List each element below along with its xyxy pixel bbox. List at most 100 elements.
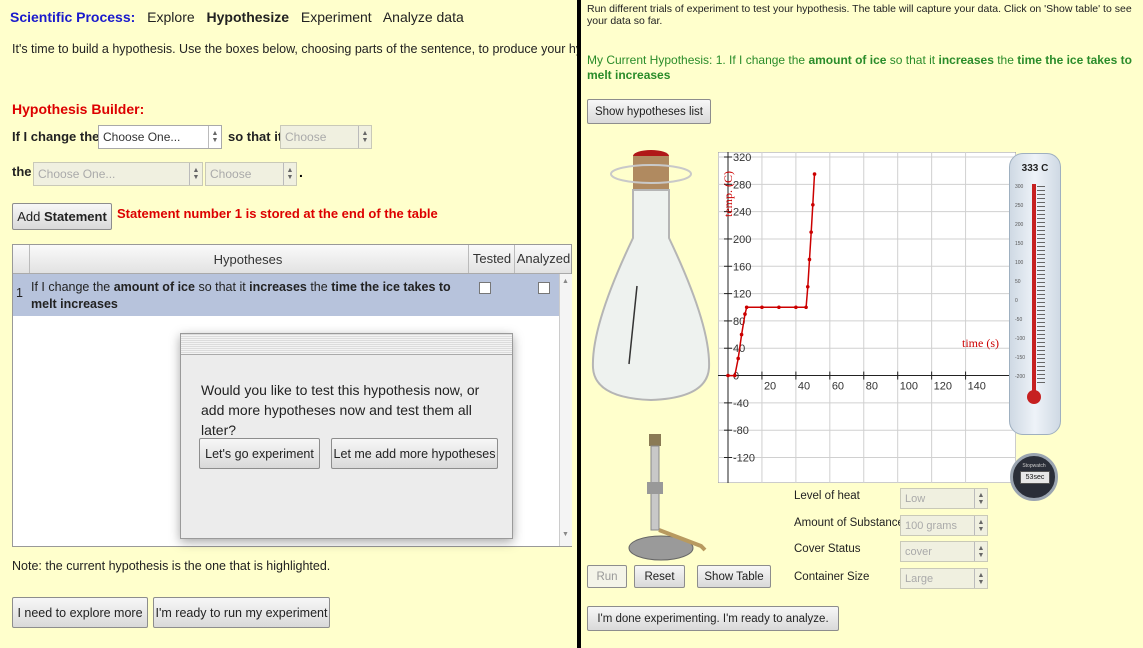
container-size-label: Container Size — [794, 571, 870, 583]
cover-status-select[interactable]: cover ▲ ▼ — [900, 541, 988, 562]
scale-label: 50 — [1015, 279, 1021, 285]
variable-select[interactable]: Choose One... ▲ ▼ — [98, 125, 222, 149]
x-tick-label: 120 — [934, 381, 952, 393]
y-tick-label: 280 — [733, 179, 751, 191]
scroll-up-icon[interactable]: ▲ — [562, 278, 569, 285]
burner-tip — [649, 434, 661, 446]
direction-select[interactable]: Choose ▲ ▼ — [280, 125, 372, 149]
temperature-point — [812, 172, 817, 176]
add-statement-button[interactable]: Add Statement — [12, 203, 112, 230]
outcome-select[interactable]: Choose One... ▲ ▼ — [33, 162, 203, 186]
burner-collar — [647, 482, 663, 494]
x-tick-label: 40 — [798, 381, 810, 393]
add-more-hypotheses-button[interactable]: Let me add more hypotheses — [331, 438, 498, 469]
scale-label: 300 — [1015, 184, 1024, 190]
ready-to-run-button[interactable]: I'm ready to run my experiment — [153, 597, 330, 628]
header-analyzed[interactable]: Analyzed — [514, 245, 572, 273]
stopwatch-reading: 53sec — [1025, 474, 1045, 481]
lets-go-experiment-button[interactable]: Let's go experiment — [199, 438, 320, 469]
select-arrows-icon: ▲ ▼ — [974, 569, 987, 588]
stopwatch-label: Stopwatch — [1022, 463, 1046, 469]
row-variable: amount of ice — [113, 280, 195, 294]
temperature-point — [736, 356, 740, 361]
container-size-select[interactable]: Large ▲ ▼ — [900, 568, 988, 589]
cover-status-label: Cover Status — [794, 543, 861, 555]
explore-more-button[interactable]: I need to explore more — [12, 597, 148, 628]
select-arrows-icon: ▲ ▼ — [974, 516, 987, 535]
table-scrollbar[interactable]: ▲ ▼ — [559, 274, 572, 546]
y-tick-label: 200 — [733, 234, 751, 246]
run-button[interactable]: Run — [587, 565, 627, 588]
heat-level-label: Level of heat — [794, 490, 860, 502]
cork-stopper — [633, 156, 669, 190]
select-arrows-icon: ▲ ▼ — [189, 163, 202, 185]
bunsen-burner — [628, 434, 707, 561]
hyp-variable: amount of ice — [808, 53, 887, 67]
statement-label: Statement — [43, 209, 107, 224]
temperature-point — [807, 257, 812, 262]
y-tick-label: -80 — [733, 425, 749, 437]
thermometer-reading: 333 C — [1021, 163, 1049, 174]
x-tick-label: 140 — [968, 381, 986, 393]
select-arrows-icon: ▲ ▼ — [974, 542, 987, 561]
reset-button[interactable]: Reset — [634, 565, 685, 588]
stored-message: Statement number 1 is stored at the end … — [117, 206, 438, 221]
table-header: Hypotheses Tested Analyzed — [13, 245, 571, 274]
substance-amount-select[interactable]: 100 grams ▲ ▼ — [900, 515, 988, 536]
x-tick-label: 20 — [764, 381, 776, 393]
select-arrows-icon: ▲ ▼ — [208, 126, 221, 148]
x-tick-label: 80 — [866, 381, 878, 393]
add-label: Add — [17, 209, 41, 224]
current-hypothesis-note: Note: the current hypothesis is the one … — [12, 559, 331, 573]
temperature-point — [794, 305, 798, 310]
nav-explore[interactable]: Explore — [147, 9, 194, 25]
result-select[interactable]: Choose ▲ ▼ — [205, 162, 297, 186]
dialog-titlebar[interactable] — [181, 334, 512, 355]
y-axis-label: temp. (C) — [721, 171, 735, 217]
row-text-part: the — [306, 280, 332, 294]
done-experimenting-button[interactable]: I'm done experimenting. I'm ready to ana… — [587, 606, 839, 631]
analyzed-checkbox[interactable] — [538, 282, 550, 294]
nav-hypothesize[interactable]: Hypothesize — [207, 9, 289, 25]
thermometer-ticks — [1037, 186, 1045, 386]
temperature-point — [743, 312, 747, 316]
row-direction: increases — [249, 280, 307, 294]
experiment-panel: Run different trials of experiment to te… — [581, 0, 1143, 648]
show-hypotheses-list-button[interactable]: Show hypotheses list — [587, 99, 711, 124]
scroll-down-icon[interactable]: ▼ — [562, 531, 569, 538]
table-row[interactable]: 1 If I change the amount of ice so that … — [13, 274, 559, 316]
experiment-instructions: Run different trials of experiment to te… — [587, 3, 1132, 27]
temperature-point — [777, 305, 781, 310]
select-arrows-icon: ▲ ▼ — [283, 163, 296, 185]
header-tested[interactable]: Tested — [468, 245, 515, 273]
row-number: 1 — [16, 286, 23, 300]
hyp-direction: increases — [938, 53, 994, 67]
y-tick-label: 320 — [733, 152, 751, 164]
hyp-text-part: the — [993, 53, 1018, 67]
nav-analyze-data[interactable]: Analyze data — [383, 9, 464, 25]
temperature-point — [739, 332, 744, 337]
heat-level-value: Low — [905, 492, 926, 505]
heat-level-select[interactable]: Low ▲ ▼ — [900, 488, 988, 509]
temperature-point — [744, 305, 749, 310]
nav-experiment[interactable]: Experiment — [301, 9, 372, 25]
stopwatch: Stopwatch 53sec — [1010, 453, 1058, 501]
if-label: If I change the — [12, 129, 100, 144]
hyp-text-part: so that it — [886, 53, 939, 67]
chart-frame — [718, 152, 1016, 483]
tested-checkbox[interactable] — [479, 282, 491, 294]
result-select-value: Choose — [210, 167, 252, 181]
row-text-part: so that it — [194, 280, 250, 294]
flask-illustration — [591, 150, 711, 402]
show-table-button[interactable]: Show Table — [697, 565, 771, 588]
y-tick-label: 240 — [733, 207, 751, 219]
thermometer: 333 C 300 250 200 150 100 50 0 -50 -100 … — [1009, 153, 1061, 435]
header-hypotheses[interactable]: Hypotheses — [29, 252, 467, 267]
x-tick-label: 60 — [832, 381, 844, 393]
scale-label: 0 — [1015, 298, 1018, 304]
direction-select-value: Choose — [285, 130, 327, 144]
the-label: the — [12, 164, 32, 179]
temperature-point — [726, 373, 730, 378]
scale-label: 250 — [1015, 203, 1024, 209]
builder-title: Hypothesis Builder: — [12, 101, 145, 117]
